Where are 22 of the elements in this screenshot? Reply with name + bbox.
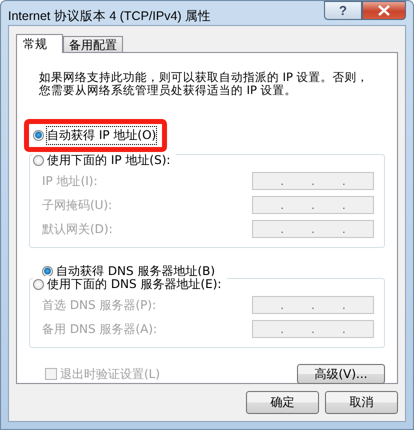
tab[interactable]: 备用配置 xyxy=(63,36,123,52)
dialog-button[interactable]: 取消 xyxy=(325,391,398,414)
radio-option[interactable]: 自动获得 IP 地址(O) xyxy=(33,127,156,144)
field-label: 首选 DNS 服务器(P): xyxy=(41,296,156,314)
dialog-button[interactable]: 确定 xyxy=(246,391,319,414)
close-icon xyxy=(378,5,390,16)
radio-button[interactable] xyxy=(33,279,44,290)
close-button[interactable] xyxy=(362,1,406,20)
radio-option[interactable]: 使用下面的 IP 地址(S): xyxy=(33,152,176,169)
field-label: IP 地址(I): xyxy=(41,172,98,190)
radio-option[interactable]: 使用下面的 DNS 服务器地址(E): xyxy=(33,276,228,293)
radio-button[interactable] xyxy=(33,155,44,166)
field-label: 子网掩码(U): xyxy=(41,196,112,214)
field-label: 备用 DNS 服务器(A): xyxy=(41,320,158,338)
description-text: 如果网络支持此功能，则可以获取自动指派的 IP 设置。否则， 您需要从网络系统管理员处获得适当的 IP 设置。 xyxy=(39,71,370,97)
radio-button[interactable] xyxy=(42,266,53,277)
advanced-button[interactable]: 高级(V)... xyxy=(297,364,385,384)
tab[interactable]: 常规 xyxy=(16,34,63,53)
help-button[interactable]: ? xyxy=(324,1,362,20)
field-label: 默认网关(D): xyxy=(41,220,113,238)
radio-button[interactable] xyxy=(33,130,44,141)
window-title: Internet 协议版本 4 (TCP/IPv4) 属性 xyxy=(8,8,212,25)
